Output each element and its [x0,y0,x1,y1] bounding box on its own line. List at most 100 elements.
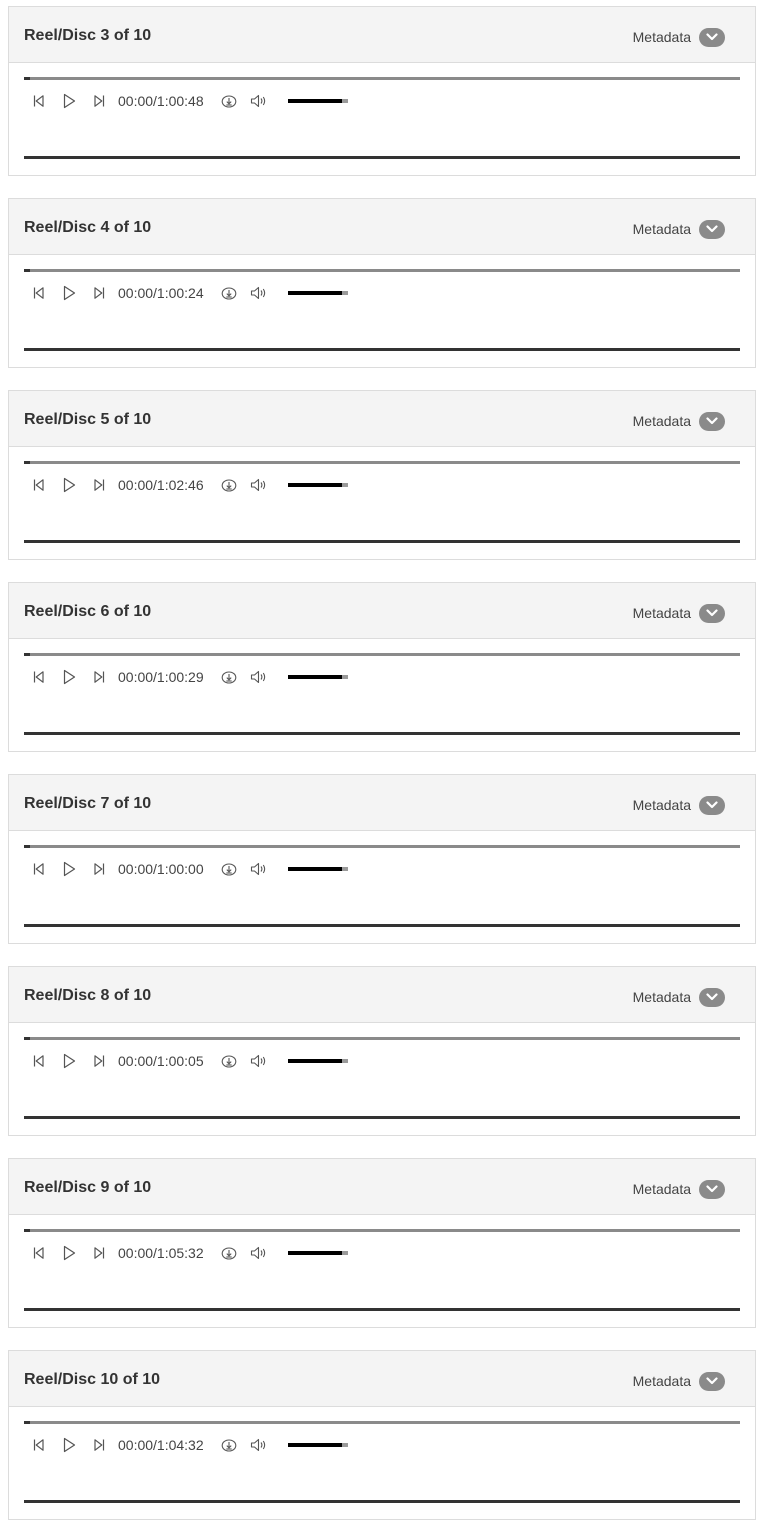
download-icon[interactable] [214,1051,244,1071]
seek-handle[interactable] [24,1421,30,1424]
volume-icon[interactable] [244,1051,274,1071]
volume-slider[interactable] [287,483,348,487]
play-icon[interactable] [54,859,84,879]
chevron-down-icon[interactable] [699,987,725,1007]
metadata-toggle[interactable]: Metadata [633,795,725,815]
play-icon[interactable] [54,91,84,111]
metadata-label: Metadata [632,1181,691,1197]
volume-level [287,99,342,103]
skip-next-icon[interactable] [84,1435,114,1455]
seek-handle[interactable] [24,845,30,848]
volume-icon[interactable] [244,1435,274,1455]
volume-slider[interactable] [287,291,348,295]
player-controls: 00:00/1:00:05 [24,1051,348,1071]
skip-previous-icon[interactable] [24,1243,54,1263]
chevron-down-icon[interactable] [699,795,725,815]
metadata-toggle[interactable]: Metadata [633,987,725,1007]
seek-bar[interactable] [24,845,740,848]
metadata-toggle[interactable]: Metadata [633,219,725,239]
reel-header: Reel/Disc 5 of 10 Metadata [9,391,755,447]
playback-time: 00:00/1:00:24 [118,285,204,301]
seek-bar[interactable] [24,77,740,80]
seek-bar[interactable] [24,1421,740,1424]
volume-icon[interactable] [244,283,274,303]
volume-slider[interactable] [287,1059,348,1063]
volume-slider[interactable] [287,675,348,679]
volume-icon[interactable] [244,667,274,687]
skip-previous-icon[interactable] [24,1435,54,1455]
volume-slider[interactable] [287,1443,348,1447]
playback-time: 00:00/1:00:05 [118,1053,204,1069]
chevron-down-icon[interactable] [699,603,725,623]
reel-panel: Reel/Disc 4 of 10 Metadata 00:00/1:00:24 [8,198,756,368]
reel-title: Reel/Disc 4 of 10 [24,219,152,236]
metadata-toggle[interactable]: Metadata [633,1179,725,1199]
audio-player: 00:00/1:00:24 [9,255,755,368]
skip-previous-icon[interactable] [24,859,54,879]
reel-panel: Reel/Disc 8 of 10 Metadata 00:00/1:00:05 [8,966,756,1136]
seek-bar[interactable] [24,461,740,464]
download-icon[interactable] [214,283,244,303]
skip-previous-icon[interactable] [24,475,54,495]
volume-slider[interactable] [287,99,348,103]
skip-next-icon[interactable] [84,283,114,303]
download-icon[interactable] [214,1435,244,1455]
skip-previous-icon[interactable] [24,1051,54,1071]
player-bottom-bar [24,156,740,159]
skip-next-icon[interactable] [84,1051,114,1071]
metadata-label: Metadata [632,221,691,237]
volume-level [287,1251,342,1255]
metadata-label: Metadata [632,413,691,429]
reel-title: Reel/Disc 7 of 10 [24,795,152,812]
skip-previous-icon[interactable] [24,667,54,687]
seek-handle[interactable] [24,653,30,656]
seek-handle[interactable] [24,1229,30,1232]
skip-next-icon[interactable] [84,667,114,687]
chevron-down-icon[interactable] [699,219,725,239]
volume-icon[interactable] [244,91,274,111]
seek-handle[interactable] [24,461,30,464]
reel-title: Reel/Disc 6 of 10 [24,603,152,620]
download-icon[interactable] [214,1243,244,1263]
chevron-down-icon[interactable] [699,411,725,431]
reel-header: Reel/Disc 3 of 10 Metadata [9,7,755,63]
seek-handle[interactable] [24,77,30,80]
chevron-down-icon[interactable] [699,1371,725,1391]
download-icon[interactable] [214,475,244,495]
download-icon[interactable] [214,667,244,687]
play-icon[interactable] [54,283,84,303]
volume-icon[interactable] [244,859,274,879]
skip-next-icon[interactable] [84,859,114,879]
skip-previous-icon[interactable] [24,91,54,111]
player-bottom-bar [24,540,740,543]
skip-next-icon[interactable] [84,91,114,111]
volume-slider[interactable] [287,867,348,871]
play-icon[interactable] [54,667,84,687]
metadata-toggle[interactable]: Metadata [633,1371,725,1391]
metadata-toggle[interactable]: Metadata [633,411,725,431]
metadata-toggle[interactable]: Metadata [633,27,725,47]
volume-icon[interactable] [244,475,274,495]
play-icon[interactable] [54,1051,84,1071]
download-icon[interactable] [214,859,244,879]
play-icon[interactable] [54,1435,84,1455]
play-icon[interactable] [54,475,84,495]
chevron-down-icon[interactable] [699,1179,725,1199]
seek-handle[interactable] [24,1037,30,1040]
chevron-down-icon[interactable] [699,27,725,47]
seek-bar[interactable] [24,653,740,656]
seek-bar[interactable] [24,1229,740,1232]
download-icon[interactable] [214,91,244,111]
skip-next-icon[interactable] [84,475,114,495]
volume-slider[interactable] [287,1251,348,1255]
volume-icon[interactable] [244,1243,274,1263]
skip-previous-icon[interactable] [24,283,54,303]
play-icon[interactable] [54,1243,84,1263]
skip-next-icon[interactable] [84,1243,114,1263]
seek-bar[interactable] [24,269,740,272]
volume-level [287,675,342,679]
metadata-toggle[interactable]: Metadata [633,603,725,623]
seek-handle[interactable] [24,269,30,272]
player-controls: 00:00/1:00:00 [24,859,348,879]
seek-bar[interactable] [24,1037,740,1040]
